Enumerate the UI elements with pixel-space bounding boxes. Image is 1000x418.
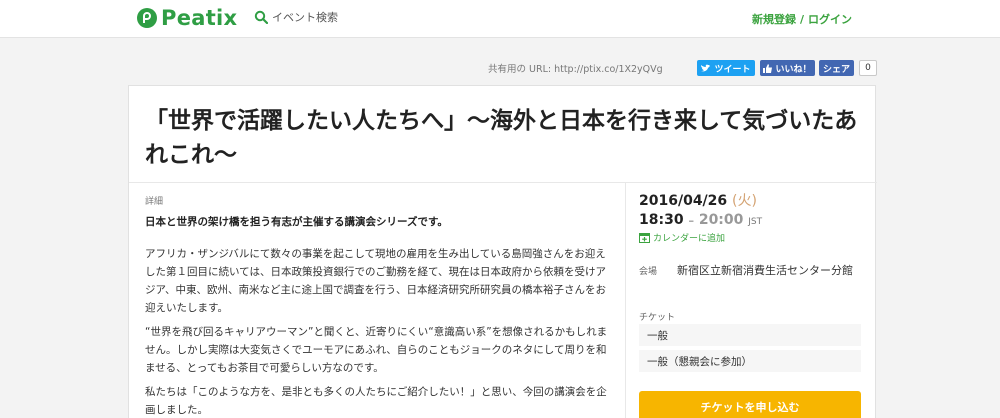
thumbs-up-icon [763, 63, 773, 73]
logo-text: Peatix [161, 6, 238, 30]
tweet-button[interactable]: ツイート [697, 60, 755, 76]
day-of-week: (火) [732, 193, 757, 209]
ticket-label: チケット [639, 313, 676, 323]
details-label: 詳細 [145, 197, 164, 207]
login-link[interactable]: ログイン [808, 13, 852, 26]
column-divider [625, 182, 626, 418]
auth-links: 新規登録 / ログイン [752, 11, 852, 27]
description-lead: 日本と世界の架け橋を担う有志が主催する講演会シリーズです。 [145, 216, 448, 228]
ticket-item: 一般 [639, 324, 861, 346]
signup-link[interactable]: 新規登録 [752, 13, 796, 26]
facebook-share-button[interactable]: シェア [819, 60, 854, 76]
start-time: 18:30 [639, 212, 684, 228]
top-header: Peatix イベント検索 新規登録 / ログイン [0, 0, 1000, 38]
time-dash: – [688, 214, 694, 227]
share-count: 0 [859, 60, 877, 76]
description-paragraph: アフリカ・ザンジバルにて数々の事業を起こして現地の雇用を生み出している島岡強さん… [145, 248, 606, 314]
event-search-link[interactable]: イベント検索 [254, 9, 338, 25]
description-paragraph: 私たちは「このような方を、是非とも多くの人たちにご紹介したい！」と思い、今回の講… [145, 386, 607, 416]
tweet-label: ツイート [714, 64, 751, 75]
search-icon [254, 10, 268, 24]
calendar-label: カレンダーに追加 [653, 234, 726, 244]
title-divider [129, 182, 877, 183]
ticket-item: 一般（懇親会に参加） [639, 350, 861, 372]
event-description: 詳細 日本と世界の架け橋を担う有志が主催する講演会シリーズです。 アフリカ・ザン… [145, 194, 615, 418]
like-button[interactable]: いいね！ [760, 60, 815, 76]
share-label: シェア [822, 64, 850, 75]
auth-separator: / [799, 13, 804, 26]
calendar-plus-icon [639, 233, 650, 243]
event-time: 18:30 – 20:00 JST [639, 212, 861, 228]
event-sidebar: 2016/04/26 (火) 18:30 – 20:00 JST カレンダーに追… [639, 190, 861, 418]
share-url[interactable]: 共有用の URL: http://ptix.co/1X2yQVg [488, 61, 663, 75]
event-date: 2016/04/26 (火) [639, 190, 861, 210]
add-to-calendar-link[interactable]: カレンダーに追加 [639, 231, 861, 244]
description-paragraph: “世界を飛び回るキャリアウーマン”と聞くと、近寄りにくい“意識高い系”を想像され… [145, 326, 608, 374]
end-time: 20:00 [698, 212, 744, 228]
like-label: いいね！ [775, 64, 812, 75]
peatix-logo[interactable]: Peatix [137, 5, 237, 31]
buy-ticket-button[interactable]: チケットを申し込む [639, 391, 861, 418]
event-card: 「世界で活躍したい人たちへ」〜海外と日本を行き来して気づいたあれこれ〜 詳細 日… [128, 85, 877, 418]
search-label: イベント検索 [272, 11, 338, 24]
venue-label: 会場 [639, 267, 658, 277]
twitter-bird-icon [701, 64, 711, 71]
peatix-logo-icon [137, 8, 157, 28]
timezone: JST [748, 217, 763, 227]
venue-value[interactable]: 新宿区立新宿消費生活センター分館 [677, 262, 861, 279]
date-value: 2016/04/26 [639, 193, 728, 209]
event-title: 「世界で活躍したい人たちへ」〜海外と日本を行き来して気づいたあれこれ〜 [145, 108, 858, 168]
